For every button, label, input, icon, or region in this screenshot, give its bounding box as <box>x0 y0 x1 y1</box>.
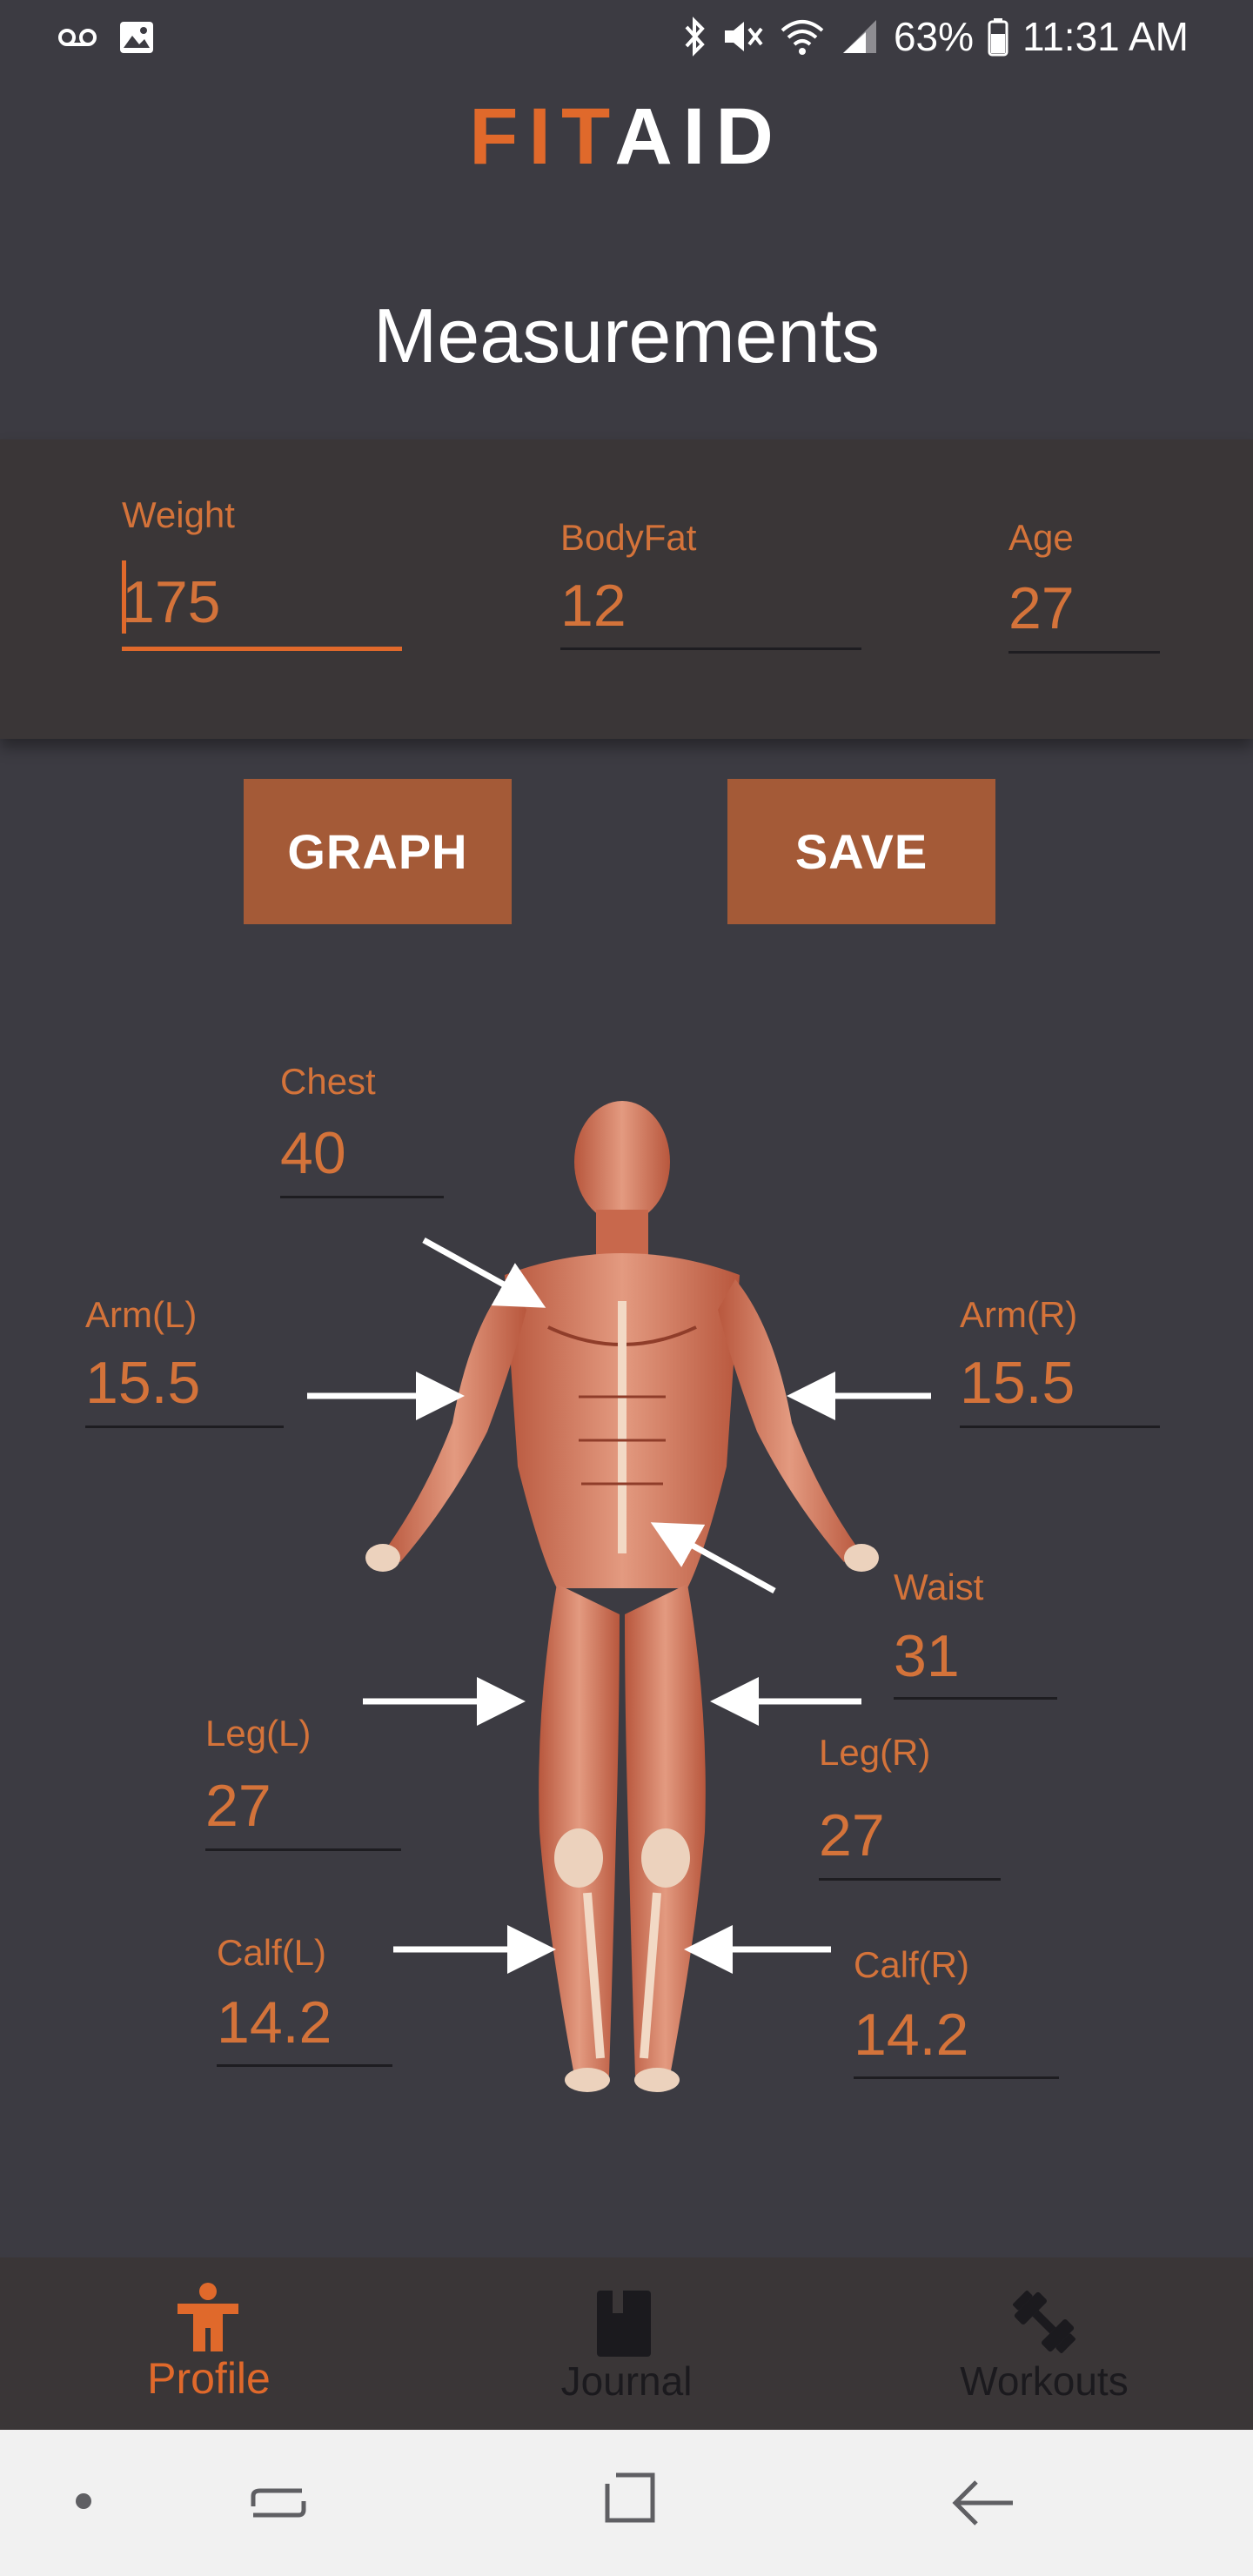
home-button[interactable] <box>600 2468 661 2529</box>
voicemail-icon <box>58 29 97 46</box>
waist-field[interactable]: 31 <box>894 1627 960 1686</box>
text-cursor <box>122 560 126 634</box>
back-button[interactable] <box>948 2468 1018 2538</box>
status-bar: 63% 11:31 AM <box>0 0 1253 73</box>
weight-field[interactable]: 175 <box>122 573 220 632</box>
mute-icon <box>724 22 763 51</box>
bottom-navigation: Profile Journal Workouts <box>0 2257 1253 2430</box>
logo-aid: AID <box>614 92 784 181</box>
calf-left-field[interactable]: 14.2 <box>217 1993 332 2052</box>
nav-label-workouts: Workouts <box>960 2358 1129 2404</box>
app-logo: FITAID <box>0 91 1253 183</box>
system-navigation-bar <box>0 2430 1253 2576</box>
leg-left-label: Leg(L) <box>205 1713 312 1754</box>
waist-arrow <box>650 1522 776 1594</box>
leg-right-label: Leg(R) <box>819 1732 931 1773</box>
age-underline <box>1008 651 1160 654</box>
signal-icon <box>842 20 876 53</box>
recent-apps-button[interactable] <box>248 2472 309 2532</box>
clock: 11:31 AM <box>1022 14 1189 59</box>
arm-right-label: Arm(R) <box>960 1294 1078 1335</box>
wifi-icon <box>781 20 824 55</box>
nav-item-profile[interactable]: Profile <box>0 2257 418 2430</box>
calf-left-underline <box>217 2064 392 2067</box>
bodyfat-underline <box>560 647 861 650</box>
leg-right-underline <box>819 1878 1001 1881</box>
dumbbell-icon <box>1013 2291 1075 2353</box>
calf-right-underline <box>854 2076 1059 2079</box>
calf-right-label: Calf(R) <box>854 1944 969 1985</box>
chest-underline <box>280 1196 444 1198</box>
arm-left-label: Arm(L) <box>85 1294 198 1335</box>
person-icon <box>178 2283 238 2351</box>
age-label: Age <box>1008 517 1074 558</box>
calf-right-field[interactable]: 14.2 <box>854 2005 968 2064</box>
measurement-arrows <box>307 1237 931 1974</box>
leg-left-underline <box>205 1848 401 1851</box>
waist-underline <box>894 1697 1057 1700</box>
leg-right-field[interactable]: 27 <box>819 1806 885 1865</box>
age-field[interactable]: 27 <box>1008 579 1075 638</box>
bodyfat-label: BodyFat <box>560 517 697 558</box>
weight-underline <box>122 647 402 651</box>
status-left <box>57 16 155 59</box>
chest-arrow <box>422 1237 546 1308</box>
status-right: 63% 11:31 AM <box>683 12 1189 61</box>
calf-left-label: Calf(L) <box>217 1932 327 1973</box>
save-button[interactable]: SAVE <box>727 779 995 924</box>
bodyfat-field[interactable]: 12 <box>560 576 626 635</box>
nav-label-journal: Journal <box>560 2358 693 2404</box>
arm-left-underline <box>85 1426 284 1428</box>
arm-left-field[interactable]: 15.5 <box>85 1353 200 1412</box>
chest-field[interactable]: 40 <box>280 1124 346 1183</box>
weight-label: Weight <box>122 494 235 535</box>
book-icon <box>597 2291 651 2357</box>
graph-button[interactable]: GRAPH <box>244 779 512 924</box>
bluetooth-icon <box>685 17 705 57</box>
nav-item-workouts[interactable]: Workouts <box>835 2257 1253 2430</box>
chest-label: Chest <box>280 1061 376 1102</box>
dot-icon <box>76 2493 91 2509</box>
battery-icon <box>988 18 1008 57</box>
waist-label: Waist <box>894 1566 984 1607</box>
nav-label-profile: Profile <box>147 2354 271 2403</box>
arm-right-field[interactable]: 15.5 <box>960 1353 1075 1412</box>
page-title: Measurements <box>372 292 880 379</box>
nav-item-journal[interactable]: Journal <box>418 2257 835 2430</box>
image-icon <box>120 22 153 53</box>
leg-left-field[interactable]: 27 <box>205 1776 271 1835</box>
arm-right-underline <box>960 1426 1160 1428</box>
battery-percent: 63% <box>893 14 975 59</box>
logo-fit: FIT <box>469 92 615 181</box>
